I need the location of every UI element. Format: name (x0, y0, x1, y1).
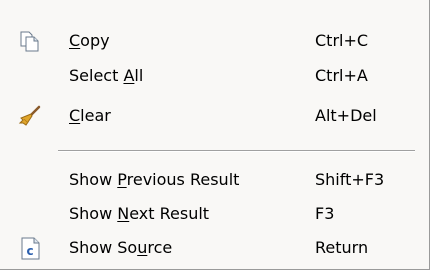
menu-item-shortcut: Return (315, 238, 369, 257)
menu-item-clear[interactable]: Clear Alt+Del (0, 99, 429, 134)
menu-item-select-all[interactable]: Select All Ctrl+A (0, 59, 429, 94)
menu-item-show-source[interactable]: c Show Source Return (0, 231, 429, 266)
menu-item-shortcut: Alt+Del (315, 106, 377, 125)
menu-item-shortcut: Ctrl+C (315, 31, 369, 50)
context-menu: Copy Ctrl+C Select All Ctrl+A Clear Alt+… (0, 0, 430, 270)
menu-item-shortcut: Ctrl+A (315, 66, 368, 85)
svg-text:c: c (26, 244, 33, 258)
menu-item-label: Clear (69, 106, 111, 125)
menu-item-label: Copy (69, 31, 110, 50)
menu-item-show-previous-result[interactable]: Show Previous Result Shift+F3 (0, 163, 429, 198)
source-file-icon: c (18, 236, 42, 260)
copy-icon (18, 29, 42, 53)
menu-item-shortcut: Shift+F3 (315, 170, 385, 189)
menu-item-show-next-result[interactable]: Show Next Result F3 (0, 197, 429, 232)
broom-icon (18, 104, 42, 128)
menu-separator (58, 150, 415, 152)
menu-item-label: Select All (69, 66, 144, 85)
menu-item-copy[interactable]: Copy Ctrl+C (0, 24, 429, 59)
menu-item-label: Show Previous Result (69, 170, 240, 189)
menu-item-label: Show Next Result (69, 204, 210, 223)
menu-item-shortcut: F3 (315, 204, 335, 223)
menu-item-label: Show Source (69, 238, 173, 257)
